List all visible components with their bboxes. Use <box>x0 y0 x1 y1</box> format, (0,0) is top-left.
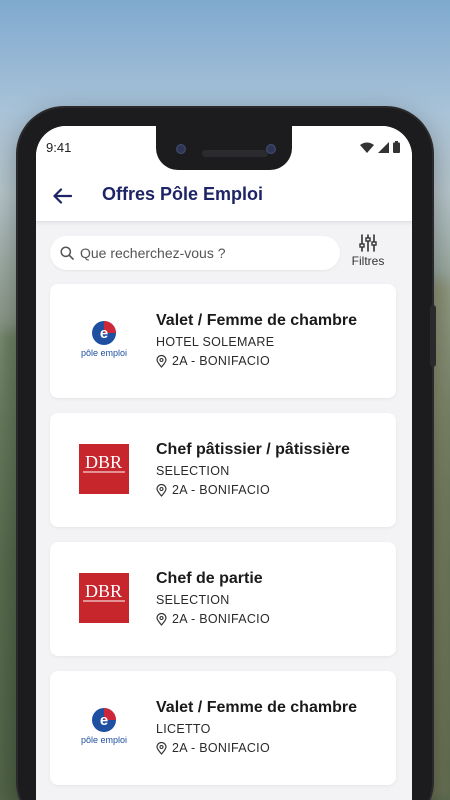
wifi-icon <box>360 142 374 153</box>
svg-text:pôle emploi: pôle emploi <box>81 735 127 745</box>
job-title: Valet / Femme de chambre <box>156 699 357 716</box>
location-pin-icon <box>156 483 167 497</box>
job-location: 2A - BONIFACIO <box>156 354 270 368</box>
dbr-logo: DBR <box>78 572 130 624</box>
svg-text:e: e <box>100 712 108 729</box>
job-location: 2A - BONIFACIO <box>156 612 270 626</box>
company-name: SELECTION <box>156 464 230 478</box>
company-name: SELECTION <box>156 593 230 607</box>
front-camera <box>176 144 186 154</box>
back-button[interactable] <box>50 184 74 208</box>
job-offer-card[interactable]: e pôle emploi Valet / Femme de chambre L… <box>50 671 396 785</box>
svg-text:e: e <box>100 325 108 342</box>
filters-label: Filtres <box>351 254 385 268</box>
job-title: Chef pâtissier / pâtissière <box>156 441 350 458</box>
page-title: Offres Pôle Emploi <box>102 184 264 204</box>
svg-text:DBR: DBR <box>85 581 122 601</box>
phone-side-button <box>430 305 436 367</box>
location-text: 2A - BONIFACIO <box>172 612 270 626</box>
svg-text:pôle emploi: pôle emploi <box>81 348 127 358</box>
status-icons <box>360 141 400 153</box>
job-offer-card[interactable]: DBR Chef pâtissier / pâtissière SELECTIO… <box>50 413 396 527</box>
job-title: Chef de partie <box>156 570 263 587</box>
location-text: 2A - BONIFACIO <box>172 354 270 368</box>
search-icon <box>60 246 74 260</box>
sensor <box>266 144 276 154</box>
sliders-icon <box>359 234 377 252</box>
search-bar[interactable] <box>50 236 340 270</box>
arrow-left-icon <box>53 188 72 204</box>
location-text: 2A - BONIFACIO <box>172 741 270 755</box>
location-text: 2A - BONIFACIO <box>172 483 270 497</box>
svg-text:DBR: DBR <box>85 452 122 472</box>
pole-emploi-logo: e pôle emploi <box>78 314 130 366</box>
battery-icon <box>393 141 400 153</box>
job-title: Valet / Femme de chambre <box>156 312 357 329</box>
job-offer-card[interactable]: e pôle emploi Valet / Femme de chambre H… <box>50 284 396 398</box>
earpiece-speaker <box>202 150 268 157</box>
job-location: 2A - BONIFACIO <box>156 483 270 497</box>
search-row: Filtres <box>50 234 402 274</box>
signal-icon <box>378 141 389 153</box>
app-bar: Offres Pôle Emploi <box>36 170 412 222</box>
camera-notch <box>156 126 292 170</box>
job-offer-card[interactable]: DBR Chef de partie SELECTION 2A - BONIFA… <box>50 542 396 656</box>
status-time: 9:41 <box>46 140 72 155</box>
location-pin-icon <box>156 741 167 755</box>
app-screen: 9:41 Offres Pôle Emploi Que recherchez-v… <box>36 126 412 800</box>
job-location: 2A - BONIFACIO <box>156 741 270 755</box>
location-pin-icon <box>156 354 167 368</box>
search-input[interactable] <box>80 245 320 261</box>
company-name: HOTEL SOLEMARE <box>156 335 275 349</box>
filters-button[interactable]: Filtres <box>346 234 390 274</box>
pole-emploi-logo: e pôle emploi <box>78 701 130 753</box>
company-name: LICETTO <box>156 722 211 736</box>
location-pin-icon <box>156 612 167 626</box>
dbr-logo: DBR <box>78 443 130 495</box>
